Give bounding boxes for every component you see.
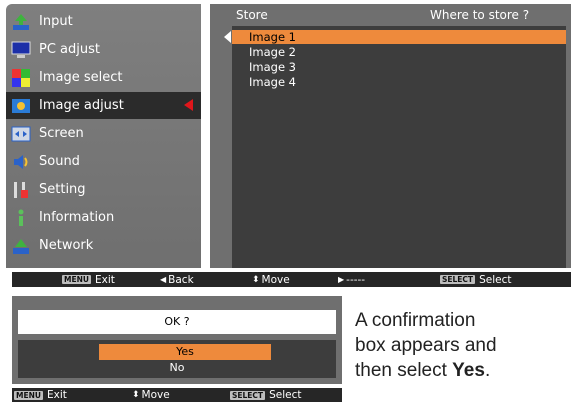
information-icon [11, 208, 31, 228]
sidebar-item-label: Screen [39, 126, 84, 141]
left-arrow-icon: ◀ [160, 275, 167, 284]
selection-arrow-icon [184, 99, 193, 111]
sidebar-item-label: Input [39, 14, 73, 29]
sidebar-item-label: Image select [39, 70, 123, 85]
sidebar-item-image-adjust[interactable]: Image adjust [6, 92, 201, 119]
submenu-title: Store [236, 8, 268, 22]
exit-hint: MENU Exit [14, 389, 67, 401]
setting-icon [11, 180, 31, 200]
sidebar-item-input[interactable]: Input [6, 8, 201, 35]
main-menu-sidebar: Input PC adjust Image select Image adjus… [6, 4, 201, 268]
confirm-status-bar: MENU Exit ⬍ Move SELECT Select [12, 388, 342, 402]
input-icon [11, 12, 31, 32]
screen-icon [11, 124, 31, 144]
move-hint: ⬍ Move [132, 389, 170, 401]
next-hint: ▶ ----- [338, 273, 366, 286]
confirmation-dialog: OK ? Yes No [12, 296, 342, 384]
option-image-1[interactable]: Image 1 [224, 30, 566, 44]
confirm-options: Yes No [18, 340, 336, 378]
yes-option[interactable]: Yes [99, 344, 271, 360]
sidebar-item-label: Network [39, 238, 94, 253]
status-bar: MENU Exit ◀ Back ⬍ Move ▶ ----- SELECT S… [12, 272, 571, 287]
submenu-hint: Where to store ? [430, 8, 530, 22]
option-image-2[interactable]: Image 2 [232, 45, 566, 59]
store-options-list: Image 1 Image 2 Image 3 Image 4 [224, 26, 566, 268]
sidebar-item-label: PC adjust [39, 42, 100, 57]
sidebar-item-setting[interactable]: Setting [6, 176, 201, 203]
sidebar-item-sound[interactable]: Sound [6, 148, 201, 175]
option-image-4[interactable]: Image 4 [232, 75, 566, 89]
submenu-header: Store Where to store ? [210, 4, 571, 26]
menu-key-icon: MENU [14, 390, 43, 400]
image-adjust-icon [11, 96, 31, 116]
no-option[interactable]: No [18, 360, 336, 376]
sidebar-item-screen[interactable]: Screen [6, 120, 201, 147]
sidebar-item-label: Information [39, 210, 115, 225]
up-down-arrow-icon: ⬍ [252, 274, 260, 285]
sidebar-item-label: Image adjust [39, 98, 124, 113]
store-submenu: Store Where to store ? Image 1 Image 2 I… [210, 4, 571, 268]
pc-adjust-icon [11, 40, 31, 60]
instruction-caption: A confirmation box appears and then sele… [355, 310, 497, 381]
up-down-arrow-icon: ⬍ [132, 390, 140, 400]
select-key-icon: SELECT [440, 275, 476, 284]
menu-key-icon: MENU [62, 275, 91, 284]
exit-hint: MENU Exit [62, 273, 115, 286]
select-hint: SELECT Select [230, 389, 302, 401]
sidebar-item-label: Sound [39, 154, 80, 169]
network-icon [11, 236, 31, 256]
sidebar-item-label: Setting [39, 182, 86, 197]
sound-icon [11, 152, 31, 172]
sidebar-item-pc-adjust[interactable]: PC adjust [6, 36, 201, 63]
select-hint: SELECT Select [440, 273, 512, 286]
confirm-prompt: OK ? [18, 310, 336, 334]
back-hint: ◀ Back [160, 273, 194, 286]
right-arrow-icon: ▶ [338, 275, 345, 284]
pointer-icon [224, 31, 231, 43]
sidebar-item-network[interactable]: Network [6, 232, 201, 259]
select-key-icon: SELECT [230, 390, 266, 400]
sidebar-item-information[interactable]: Information [6, 204, 201, 231]
image-select-icon [11, 68, 31, 88]
sidebar-item-image-select[interactable]: Image select [6, 64, 201, 91]
option-image-3[interactable]: Image 3 [232, 60, 566, 74]
move-hint: ⬍ Move [252, 273, 290, 286]
